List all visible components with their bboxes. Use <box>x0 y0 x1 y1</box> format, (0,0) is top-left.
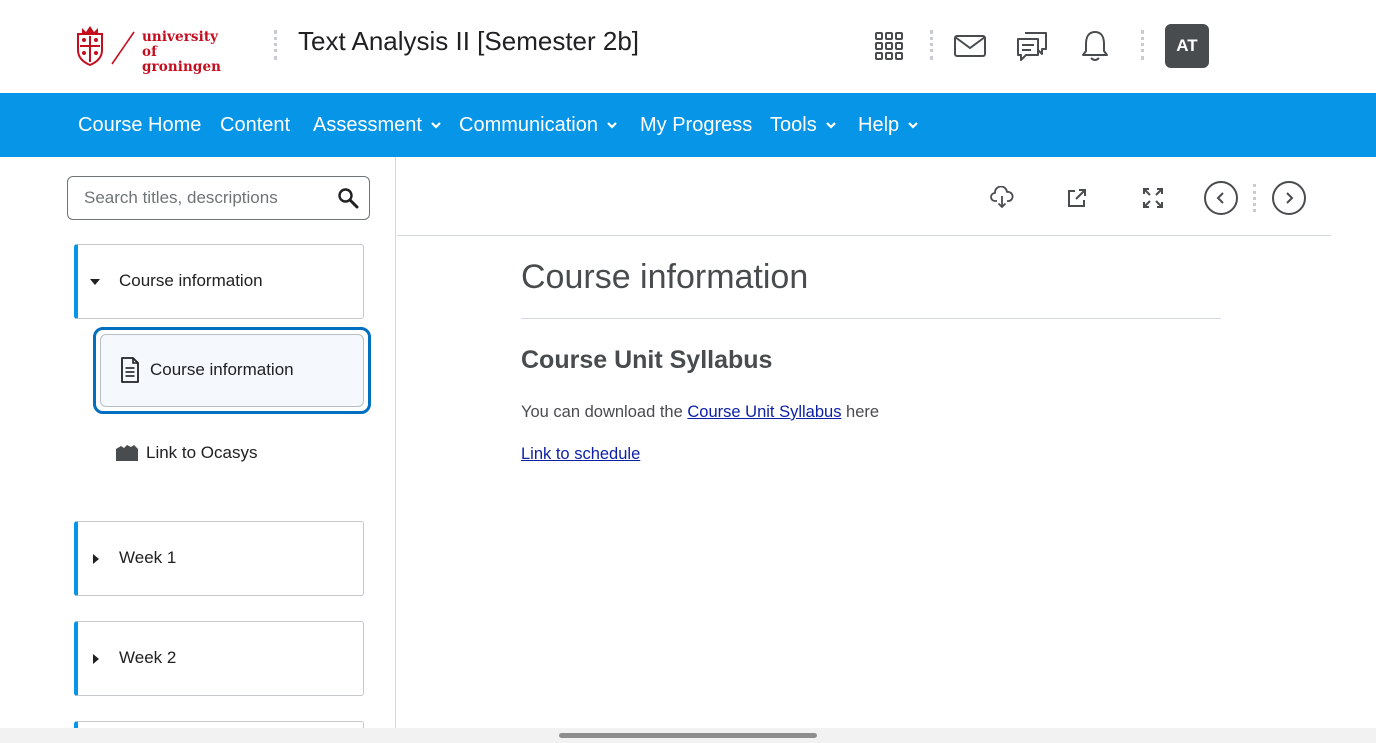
header-divider <box>1141 30 1144 60</box>
search-input[interactable] <box>68 177 328 219</box>
module-course-information[interactable]: Course information <box>74 244 364 319</box>
search-box <box>67 176 370 220</box>
bell-icon[interactable] <box>1075 26 1115 66</box>
topic-label: Link to Ocasys <box>146 443 258 462</box>
chevron-down-icon <box>825 122 836 129</box>
nav-label: Communication <box>459 113 598 136</box>
module-label: Course information <box>119 271 263 290</box>
caret-down-icon <box>90 279 100 285</box>
chevron-down-icon <box>431 122 441 129</box>
schedule-link[interactable]: Link to schedule <box>521 445 640 464</box>
logo-line-1: university of <box>142 29 219 60</box>
fullscreen-icon[interactable] <box>1136 181 1170 215</box>
link-icon <box>116 445 138 461</box>
nav-assessment[interactable]: Assessment <box>313 93 442 157</box>
open-external-icon[interactable] <box>1060 181 1094 215</box>
topic-label: Course information <box>150 360 294 379</box>
caret-right-icon <box>93 654 99 664</box>
header-divider <box>930 30 933 60</box>
topic-course-information[interactable]: Course information <box>93 327 371 414</box>
next-icon[interactable] <box>1272 181 1306 215</box>
nav-label: Content <box>220 113 291 136</box>
nav-course-home[interactable]: Course Home <box>78 93 201 157</box>
search-icon[interactable] <box>337 187 359 209</box>
page-title: Course information <box>521 258 809 296</box>
nav-label: Help <box>858 113 900 136</box>
table-of-contents-panel: Course information Course information Li… <box>0 157 396 743</box>
chat-icon[interactable] <box>1012 26 1052 66</box>
topic-link-to-ocasys[interactable]: Link to Ocasys <box>113 437 353 469</box>
nav-help[interactable]: Help <box>858 93 919 157</box>
apps-grid-icon[interactable] <box>869 26 909 66</box>
logo-text: university of groningen <box>142 30 234 75</box>
toolbar-divider-line <box>397 235 1331 236</box>
module-week-2[interactable]: Week 2 <box>74 621 364 696</box>
mail-icon[interactable] <box>950 26 990 66</box>
section-heading: Course Unit Syllabus <box>521 346 773 374</box>
nav-label: Tools <box>770 113 817 136</box>
paragraph-text: here <box>841 403 880 421</box>
crest-icon <box>77 26 103 66</box>
nav-my-progress[interactable]: My Progress <box>640 93 752 157</box>
nav-content[interactable]: Content <box>220 93 290 157</box>
syllabus-link[interactable]: Course Unit Syllabus <box>687 403 841 421</box>
user-avatar[interactable]: AT <box>1165 24 1209 68</box>
topic-card: Course information <box>100 334 364 407</box>
logo-line-2: groningen <box>142 59 222 75</box>
nav-label: Course Home <box>78 113 202 136</box>
chevron-down-icon <box>607 122 617 129</box>
module-label: Week 1 <box>119 548 177 567</box>
nav-tools[interactable]: Tools <box>770 93 837 157</box>
caret-right-icon <box>93 554 99 564</box>
university-logo[interactable]: university of groningen <box>74 22 234 75</box>
nav-label: My Progress <box>640 113 753 136</box>
nav-label: Assessment <box>313 113 422 136</box>
document-icon <box>121 357 139 383</box>
paragraph-text: You can download the <box>521 403 688 421</box>
module-label: Week 2 <box>119 648 177 667</box>
title-divider <box>521 318 1221 319</box>
download-paragraph: You can download the Course Unit Syllabu… <box>521 403 879 422</box>
header: university of groningen Text Analysis II… <box>0 0 1376 93</box>
nav-communication[interactable]: Communication <box>459 93 618 157</box>
home-indicator[interactable] <box>559 733 817 738</box>
course-title[interactable]: Text Analysis II [Semester 2b] <box>298 26 639 57</box>
download-icon[interactable] <box>985 181 1019 215</box>
logo-slash-icon <box>111 31 135 65</box>
chevron-down-icon <box>908 122 918 129</box>
header-divider <box>274 30 277 60</box>
toolbar-divider <box>1253 184 1256 212</box>
module-week-1[interactable]: Week 1 <box>74 521 364 596</box>
course-navbar: Course Home Content Assessment Communica… <box>0 93 1376 157</box>
previous-icon[interactable] <box>1204 181 1238 215</box>
